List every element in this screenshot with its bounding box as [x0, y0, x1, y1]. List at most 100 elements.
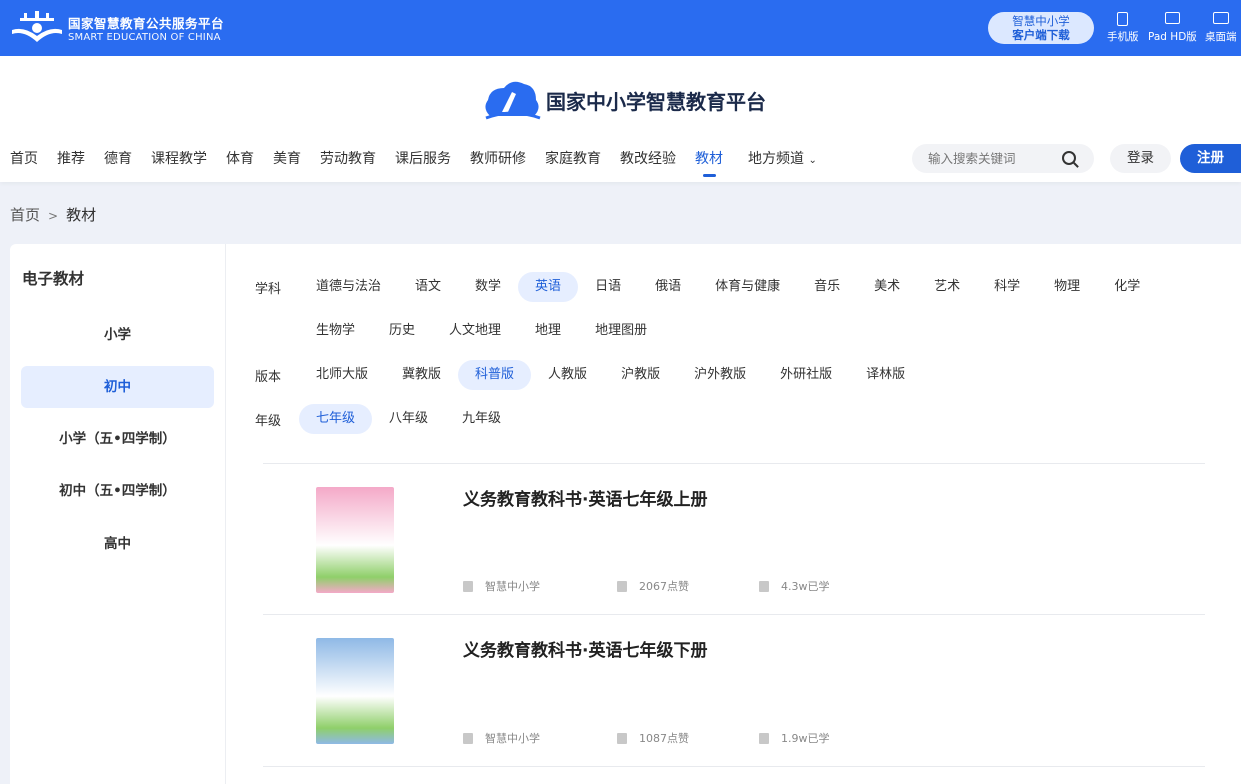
book-cover[interactable] [316, 638, 394, 744]
nav-local-label: 地方频道 [748, 151, 804, 167]
edition-option[interactable]: 沪外教版 [677, 360, 763, 390]
book-learners: 4.3w已学 [759, 578, 830, 594]
divider [263, 463, 1205, 464]
content-card: 电子教材 小学 初中 小学（五•四学制） 初中（五•四学制） 高中 学科 道德与… [10, 244, 1241, 784]
subject-option[interactable]: 物理 [1037, 272, 1097, 302]
study-icon [759, 580, 769, 592]
device-label: 桌面端 [1205, 31, 1237, 43]
sidebar-item-primary-54[interactable]: 小学（五•四学制） [21, 418, 214, 460]
nav-moral[interactable]: 德育 [104, 148, 132, 168]
subject-option[interactable]: 历史 [372, 316, 432, 346]
divider [263, 766, 1205, 767]
book-title[interactable]: 义务教育教科书·英语七年级下册 [463, 636, 707, 661]
sidebar-item-junior-54[interactable]: 初中（五•四学制） [21, 470, 214, 512]
grade-option[interactable]: 七年级 [299, 404, 373, 434]
subject-option[interactable]: 日语 [578, 272, 638, 302]
nav-local[interactable]: 地方频道 ⌄ [748, 148, 817, 168]
subject-option[interactable]: 化学 [1097, 272, 1157, 302]
grade-label: 年级 [255, 413, 282, 429]
site-logo[interactable]: 国家中小学智慧教育平台 [482, 78, 766, 122]
login-button[interactable]: 登录 [1110, 144, 1171, 173]
sidebar-item-junior[interactable]: 初中 [21, 366, 214, 408]
chevron-down-icon: ⌄ [808, 155, 817, 166]
device-label: Pad HD版 [1148, 31, 1197, 43]
nav-home[interactable]: 首页 [10, 148, 38, 168]
subject-option[interactable]: 道德与法治 [299, 272, 398, 302]
edition-option[interactable]: 人教版 [531, 360, 604, 390]
book-likes: 2067点赞 [617, 578, 689, 594]
phone-icon [1117, 12, 1129, 26]
subject-option[interactable]: 音乐 [797, 272, 857, 302]
nav-teacher-training[interactable]: 教师研修 [470, 148, 526, 168]
subject-option[interactable]: 数学 [458, 272, 518, 302]
nav-recommend[interactable]: 推荐 [57, 148, 85, 168]
thumbs-up-icon [617, 580, 627, 592]
book-cover[interactable] [316, 487, 394, 593]
book-title[interactable]: 义务教育教科书·英语七年级上册 [463, 485, 707, 510]
nav-arts[interactable]: 美育 [273, 148, 301, 168]
subject-option[interactable]: 生物学 [299, 316, 372, 346]
edition-filter: 版本 北师大版 冀教版 科普版 人教版 沪教版 沪外教版 外研社版 译林版 [255, 360, 922, 390]
sidebar-item-senior[interactable]: 高中 [21, 523, 214, 565]
edition-option[interactable]: 科普版 [458, 360, 532, 390]
edition-option[interactable]: 译林版 [849, 360, 922, 390]
book-learners: 1.9w已学 [759, 730, 830, 746]
grade-option[interactable]: 八年级 [372, 404, 445, 434]
subject-option[interactable]: 艺术 [917, 272, 977, 302]
subject-option[interactable]: 俄语 [638, 272, 698, 302]
edition-option[interactable]: 外研社版 [763, 360, 849, 390]
search-icon[interactable] [1062, 151, 1076, 165]
learners-text: 1.9w已学 [781, 732, 830, 745]
thumbs-up-icon [617, 732, 627, 744]
sidebar-item-primary[interactable]: 小学 [21, 314, 214, 356]
breadcrumb-home[interactable]: 首页 [10, 206, 40, 224]
edition-option[interactable]: 冀教版 [385, 360, 458, 390]
book-publisher: 智慧中小学 [463, 578, 540, 594]
download-line1: 智慧中小学 [1012, 14, 1070, 28]
subject-option[interactable]: 语文 [398, 272, 458, 302]
cloud-logo-icon [485, 81, 541, 120]
client-download-button[interactable]: 智慧中小学 客户端下载 [988, 12, 1094, 44]
site-header: 国家中小学智慧教育平台 首页 推荐 德育 课程教学 体育 美育 劳动教育 课后服… [0, 56, 1241, 182]
likes-text: 2067点赞 [639, 580, 689, 593]
sidebar-title: 电子教材 [22, 270, 85, 288]
subject-option[interactable]: 人文地理 [432, 316, 518, 346]
book-publisher: 智慧中小学 [463, 730, 540, 746]
subject-filter: 学科 道德与法治 语文 数学 英语 日语 俄语 体育与健康 音乐 美术 艺术 科学 物理 化学 [255, 272, 1157, 302]
edition-option[interactable]: 沪教版 [604, 360, 677, 390]
subject-filter-row2: 生物学 历史 人文地理 地理 地理图册 [255, 316, 664, 346]
subject-option[interactable]: 科学 [977, 272, 1037, 302]
nav-afterschool[interactable]: 课后服务 [395, 148, 451, 168]
nav-family[interactable]: 家庭教育 [545, 148, 601, 168]
nav-courses[interactable]: 课程教学 [151, 148, 207, 168]
device-mobile[interactable]: 手机版 [1107, 12, 1139, 44]
brand-name-en: SMART EDUCATION OF CHINA [68, 32, 221, 43]
publisher-text: 智慧中小学 [485, 580, 540, 593]
nav-labor[interactable]: 劳动教育 [320, 148, 376, 168]
grade-option[interactable]: 九年级 [445, 404, 518, 434]
subject-option[interactable]: 体育与健康 [698, 272, 797, 302]
likes-text: 1087点赞 [639, 732, 689, 745]
publisher-icon [463, 580, 473, 592]
subject-option[interactable]: 美术 [857, 272, 917, 302]
top-bar: 国家智慧教育公共服务平台 SMART EDUCATION OF CHINA 智慧… [0, 0, 1241, 56]
device-pad[interactable]: Pad HD版 [1148, 12, 1197, 44]
brand-name-cn: 国家智慧教育公共服务平台 [68, 16, 225, 31]
nav-textbooks[interactable]: 教材 [695, 148, 723, 177]
publisher-text: 智慧中小学 [485, 732, 540, 745]
register-button[interactable]: 注册 [1180, 144, 1241, 173]
nav-sports[interactable]: 体育 [226, 148, 254, 168]
platform-logo[interactable]: 国家智慧教育公共服务平台 SMART EDUCATION OF CHINA [10, 10, 224, 46]
publisher-icon [463, 732, 473, 744]
device-label: 手机版 [1107, 31, 1139, 43]
tablet-icon [1164, 12, 1180, 24]
subject-label: 学科 [255, 281, 282, 297]
subject-option[interactable]: 地理 [518, 316, 578, 346]
breadcrumb: 首页 > 教材 [10, 204, 96, 225]
edition-option[interactable]: 北师大版 [299, 360, 385, 390]
nav-reform[interactable]: 教改经验 [620, 148, 676, 168]
device-desktop[interactable]: 桌面端 [1205, 12, 1237, 44]
open-book-logo-icon [12, 11, 62, 42]
subject-option[interactable]: 英语 [518, 272, 579, 302]
subject-option[interactable]: 地理图册 [578, 316, 664, 346]
